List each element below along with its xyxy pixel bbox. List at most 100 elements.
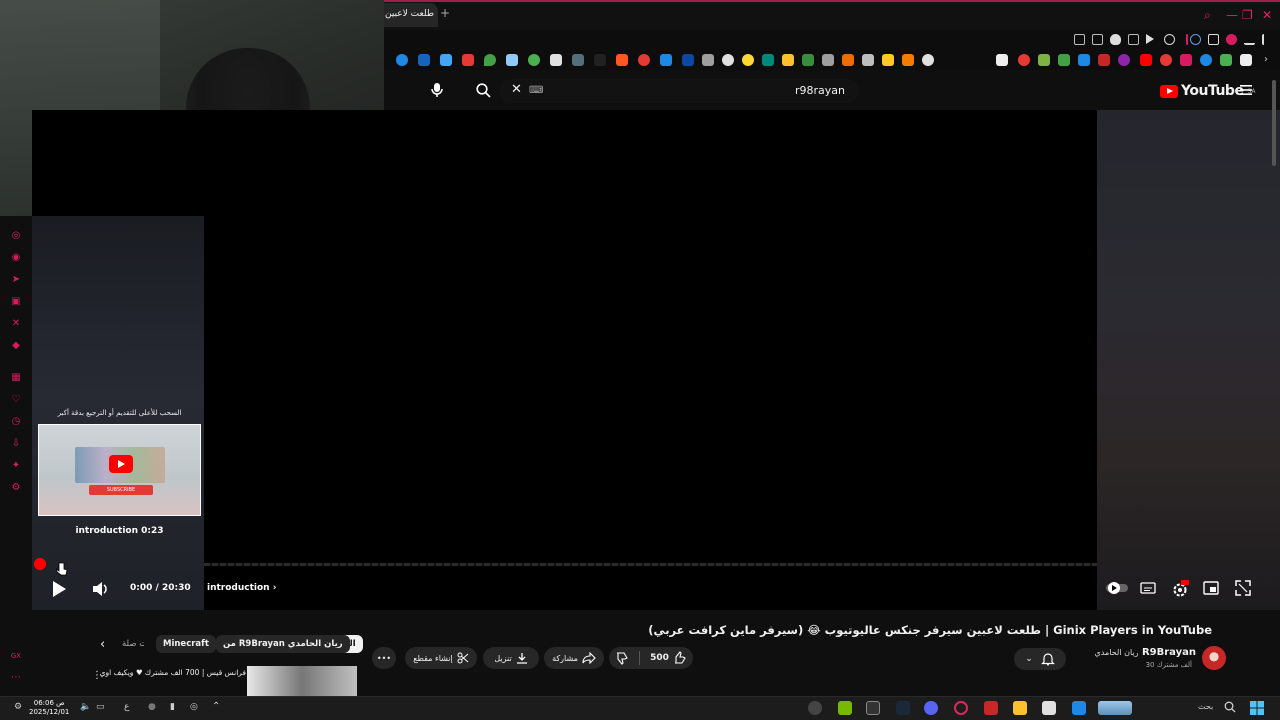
bookmark-star-icon[interactable] (1074, 34, 1085, 45)
more-actions-button[interactable]: ••• (372, 647, 396, 669)
usb-icon[interactable]: ▮ (170, 702, 175, 712)
bookmark-yellow-icon[interactable] (742, 54, 754, 66)
bookmark-doc-icon[interactable] (572, 54, 584, 66)
settings-icon[interactable]: ⚙ (14, 702, 22, 712)
bookmark-drive-icon[interactable] (1220, 54, 1232, 66)
autoplay-toggle[interactable] (1105, 580, 1128, 596)
network-icon[interactable]: ▭ (96, 702, 105, 712)
chip-related[interactable]: ذات صلة (122, 635, 144, 653)
bookmark-pink-icon[interactable] (1180, 54, 1192, 66)
bookmark-tool-icon[interactable] (440, 54, 452, 66)
chip-from-channel[interactable]: من R9Brayan ريان الحامدي (216, 635, 350, 653)
bookmark-chat-icon[interactable] (702, 54, 714, 66)
bookmark-chrome-icon[interactable] (1200, 54, 1212, 66)
progress-scrubber[interactable] (34, 558, 46, 570)
settings-gear-icon[interactable] (1171, 580, 1189, 597)
taskbar-explorer-icon[interactable] (1013, 701, 1027, 715)
channel-name[interactable]: ريان الحامدي R9Brayan (1095, 647, 1196, 658)
minimize-icon[interactable]: — (1226, 8, 1238, 22)
system-clock[interactable]: 06:06 ص 2025/12/01 (29, 699, 69, 717)
chapter-title[interactable]: introduction › (207, 583, 276, 593)
chevron-up-icon[interactable]: ⌃ (212, 701, 220, 712)
volume-icon[interactable] (92, 581, 110, 597)
taskbar-search-label[interactable]: بحث (1198, 702, 1213, 711)
fullscreen-icon[interactable] (1235, 580, 1251, 596)
bookmark-blue-icon[interactable] (682, 54, 694, 66)
taskbar-outlook-icon[interactable] (1072, 701, 1086, 715)
apps-icon[interactable]: ▦ (10, 372, 22, 384)
bookmark-amber-icon[interactable] (882, 54, 894, 66)
dislike-button[interactable] (615, 651, 629, 665)
wave-icon[interactable] (1190, 34, 1201, 45)
page-scrollbar[interactable] (1272, 80, 1276, 166)
camera-icon[interactable]: ▣ (10, 296, 22, 308)
tray-app-icon[interactable]: ◎ (190, 702, 198, 712)
taskbar-video-icon[interactable] (984, 701, 998, 715)
taskbar-discord-icon[interactable] (924, 701, 938, 715)
bookmark-youtube-icon[interactable] (1140, 54, 1152, 66)
new-tab-button[interactable]: + (440, 6, 450, 20)
bookmark-g-icon[interactable] (616, 54, 628, 66)
bookmark-teal-icon[interactable] (762, 54, 774, 66)
play-button[interactable] (50, 580, 68, 598)
bookmark-red-icon[interactable] (638, 54, 650, 66)
bookmark-steam-icon[interactable] (506, 54, 518, 66)
bookmark-gmail-icon[interactable] (462, 54, 474, 66)
subscribed-button[interactable]: ⌄ (1014, 648, 1066, 670)
windows-start-icon[interactable] (1250, 701, 1264, 715)
taskbar-steam-icon[interactable] (896, 701, 910, 715)
bookmark-paypal-icon[interactable] (418, 54, 430, 66)
taskbar-store-icon[interactable] (1042, 701, 1056, 715)
browser-tab-active[interactable]: طلعت لاعبين سيرفر (384, 3, 438, 27)
progress-bar[interactable] (204, 563, 1097, 566)
menu-icon[interactable] (1240, 84, 1252, 96)
download-button[interactable]: تنزيل (483, 647, 539, 669)
bookmark-green-icon[interactable] (802, 54, 814, 66)
more-icon[interactable]: ⋯ (10, 672, 22, 684)
restore-icon[interactable]: ❐ (1242, 8, 1253, 22)
bookmark-box-icon[interactable] (594, 54, 606, 66)
telegram-icon[interactable]: ➤ (10, 274, 22, 286)
heart-icon[interactable] (1164, 34, 1175, 45)
recommendation-title[interactable]: فرانس قيس | 700 الف مشترك ♥ ويكيف اوي (100, 668, 246, 677)
chevron-left-icon[interactable]: ‹ (100, 637, 105, 652)
extensions-icon[interactable] (1208, 34, 1219, 45)
shield-icon[interactable] (1110, 34, 1121, 45)
download-icon[interactable] (1244, 34, 1255, 45)
bookmarks-more-icon[interactable]: › (1264, 54, 1276, 66)
clear-search-icon[interactable]: ✕ (511, 82, 522, 97)
history-icon[interactable]: ◷ (10, 416, 22, 428)
subtitles-icon[interactable] (1140, 580, 1156, 596)
media-play-icon[interactable] (1146, 34, 1154, 44)
instagram-icon[interactable]: ◎ (10, 230, 22, 242)
taskbar-app-icon[interactable] (866, 701, 880, 715)
bookmark-purple-icon[interactable] (1118, 54, 1130, 66)
close-icon[interactable]: ✕ (1262, 8, 1272, 22)
bookmark-excel-icon[interactable] (1058, 54, 1070, 66)
puzzle-icon[interactable]: ✦ (10, 460, 22, 472)
profile-icon[interactable] (1226, 34, 1237, 45)
bookmark-layers-icon[interactable] (722, 54, 734, 66)
taskbar-weather-icon[interactable] (1098, 701, 1132, 715)
like-button[interactable] (673, 651, 687, 665)
bookmark-m-icon[interactable] (660, 54, 672, 66)
share-button[interactable]: مشاركة (544, 647, 604, 669)
bookmark-folder-icon[interactable] (782, 54, 794, 66)
x-icon[interactable]: ✕ (10, 318, 22, 330)
speaker-icon[interactable]: 🔈 (80, 702, 91, 712)
mic-icon[interactable]: ● (148, 702, 156, 712)
language-indicator[interactable]: ع (124, 702, 129, 712)
bookmark-blogger-icon[interactable] (842, 54, 854, 66)
bookmark-grey-icon[interactable] (822, 54, 834, 66)
taskbar-opera-icon[interactable] (954, 701, 968, 715)
bookmark-orange-icon[interactable] (902, 54, 914, 66)
settings-icon[interactable]: ⚙ (10, 482, 22, 494)
heart-icon[interactable]: ♡ (10, 394, 22, 406)
taskbar-search-icon[interactable] (1224, 701, 1236, 713)
channel-avatar[interactable] (1202, 646, 1226, 670)
search-icon[interactable] (476, 83, 491, 98)
bookmark-red2-icon[interactable] (1018, 54, 1030, 66)
bookmark-stack-icon[interactable] (862, 54, 874, 66)
tab-search-icon[interactable]: ⌕ (1204, 8, 1211, 23)
bookmark-lime-icon[interactable] (1038, 54, 1050, 66)
